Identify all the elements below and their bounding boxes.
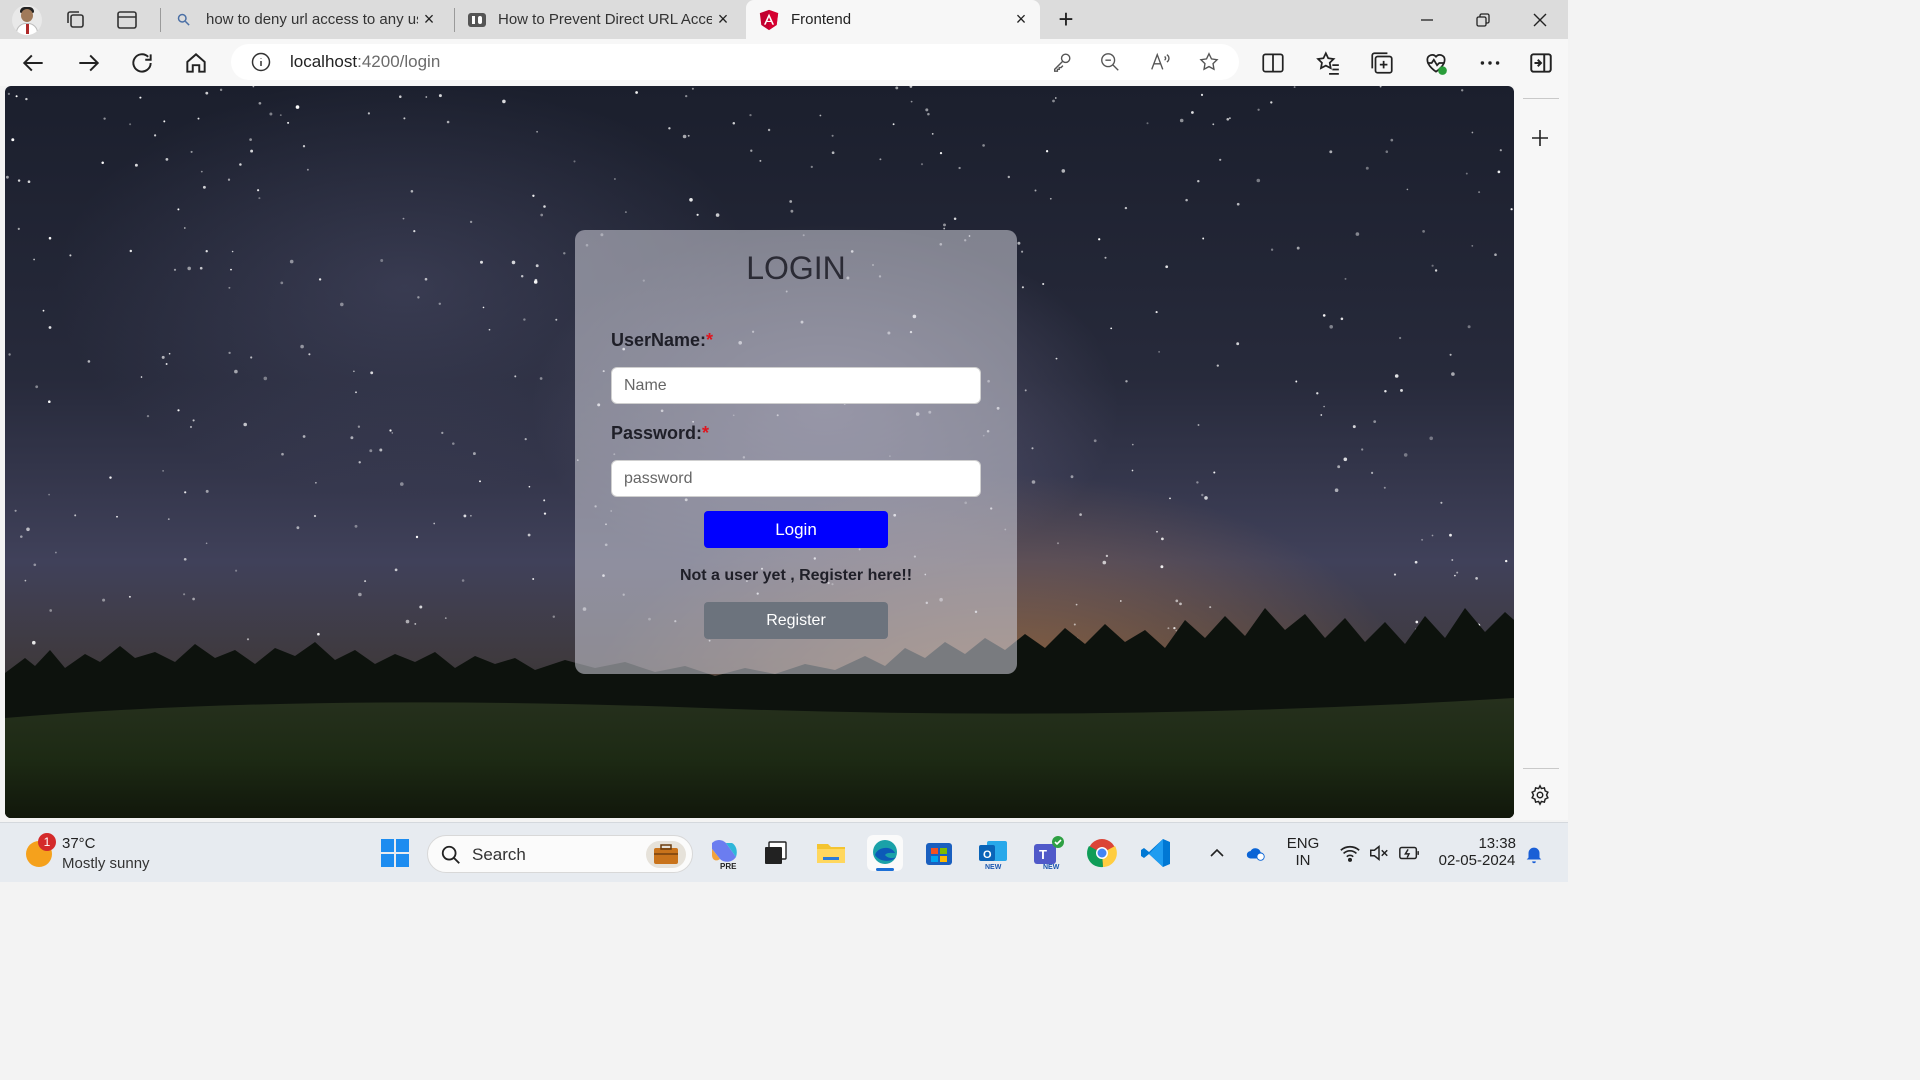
tab-article[interactable]: How to Prevent Direct URL Acces × bbox=[460, 0, 742, 39]
sidebar-settings-gear-icon[interactable] bbox=[1529, 784, 1551, 806]
wifi-icon[interactable] bbox=[1339, 842, 1361, 864]
edge-browser-icon[interactable] bbox=[867, 835, 903, 871]
language-indicator[interactable]: ENG IN bbox=[1283, 835, 1323, 869]
svg-text:T: T bbox=[1039, 847, 1047, 862]
browser-essentials-icon[interactable] bbox=[1423, 50, 1449, 76]
page-viewport: LOGIN UserName:* Password:* Login Not a … bbox=[5, 86, 1514, 818]
login-title: LOGIN bbox=[746, 250, 846, 286]
chrome-icon[interactable] bbox=[1084, 835, 1120, 871]
chevron-up-icon[interactable] bbox=[1206, 842, 1228, 864]
required-asterisk: * bbox=[706, 330, 714, 350]
outlook-new-icon[interactable]: O NEW bbox=[975, 835, 1011, 871]
read-aloud-icon[interactable] bbox=[1149, 51, 1171, 73]
new-badge: NEW bbox=[1043, 864, 1060, 871]
home-icon[interactable] bbox=[183, 50, 209, 76]
tab-search[interactable]: how to deny url access to any us × bbox=[170, 0, 448, 39]
search-favicon-icon bbox=[177, 13, 190, 26]
restore-button[interactable] bbox=[1455, 0, 1511, 39]
weather-notification-badge: 1 bbox=[38, 833, 56, 851]
taskbar-search[interactable]: Search bbox=[427, 835, 693, 873]
taskbar: 1 37°C Mostly sunny Search PRE O NEW T NEW… bbox=[0, 822, 1568, 882]
weather-temperature: 37°C bbox=[62, 835, 96, 852]
navigation-bar: localhost:4200/login bbox=[0, 39, 1568, 86]
notification-bell-icon[interactable] bbox=[1523, 843, 1545, 865]
username-input[interactable] bbox=[611, 367, 981, 404]
weather-condition: Mostly sunny bbox=[62, 855, 150, 872]
tab-actions-icon[interactable] bbox=[115, 8, 139, 32]
edge-sidebar bbox=[1514, 86, 1568, 820]
tab-frontend-active[interactable]: Frontend × bbox=[746, 0, 1040, 39]
register-button[interactable]: Register bbox=[704, 602, 888, 639]
url-text[interactable]: localhost:4200/login bbox=[290, 52, 440, 72]
vscode-icon[interactable] bbox=[1138, 835, 1174, 871]
zoom-out-icon[interactable] bbox=[1099, 51, 1121, 73]
search-highlight-briefcase-icon bbox=[646, 841, 686, 868]
clock-time: 13:38 bbox=[1478, 835, 1516, 852]
favorite-star-icon[interactable] bbox=[1198, 51, 1220, 73]
teams-new-icon[interactable]: T NEW bbox=[1030, 835, 1066, 871]
article-favicon-icon bbox=[468, 13, 486, 27]
onedrive-cloud-icon[interactable] bbox=[1245, 842, 1267, 864]
collections-icon[interactable] bbox=[1369, 50, 1395, 76]
angular-favicon-icon bbox=[759, 9, 779, 31]
tab-title: Frontend bbox=[791, 11, 852, 28]
profile-avatar[interactable] bbox=[12, 5, 42, 35]
clock-date: 02-05-2024 bbox=[1438, 852, 1516, 869]
weather-widget[interactable]: 1 37°C Mostly sunny bbox=[24, 833, 184, 873]
restore-icon bbox=[1476, 12, 1490, 27]
login-button[interactable]: Login bbox=[704, 511, 888, 548]
split-screen-icon[interactable] bbox=[1260, 50, 1286, 76]
workspaces-icon[interactable] bbox=[64, 8, 88, 32]
address-bar[interactable]: localhost:4200/login bbox=[231, 44, 1239, 80]
microsoft-store-icon[interactable] bbox=[921, 835, 957, 871]
password-label: Password:* bbox=[611, 423, 709, 444]
minimize-button[interactable] bbox=[1399, 0, 1455, 39]
forward-arrow-icon[interactable] bbox=[75, 50, 101, 76]
more-options-icon[interactable] bbox=[1477, 50, 1503, 76]
battery-charging-icon[interactable] bbox=[1398, 842, 1420, 864]
region-code: IN bbox=[1295, 852, 1311, 869]
close-tab-icon[interactable]: × bbox=[1012, 10, 1030, 28]
password-label-text: Password: bbox=[611, 423, 703, 443]
close-tab-icon[interactable]: × bbox=[714, 10, 732, 28]
search-label: Search bbox=[472, 845, 526, 864]
tab-strip: how to deny url access to any us × How t… bbox=[0, 0, 1568, 39]
close-icon bbox=[1533, 13, 1547, 26]
copilot-preview-icon[interactable]: PRE bbox=[706, 835, 742, 871]
pre-badge: PRE bbox=[720, 862, 737, 871]
volume-muted-icon[interactable] bbox=[1368, 842, 1390, 864]
refresh-icon[interactable] bbox=[129, 50, 155, 76]
search-icon bbox=[441, 845, 460, 864]
back-arrow-icon[interactable] bbox=[21, 50, 47, 76]
required-asterisk: * bbox=[702, 423, 710, 443]
add-sidebar-app-icon[interactable] bbox=[1530, 128, 1550, 148]
task-view-icon[interactable] bbox=[758, 835, 794, 871]
password-key-icon[interactable] bbox=[1051, 51, 1073, 73]
favorites-icon[interactable] bbox=[1315, 50, 1341, 76]
windows-start-icon[interactable] bbox=[377, 835, 413, 871]
svg-text:O: O bbox=[983, 849, 992, 861]
tab-title: How to Prevent Direct URL Acces bbox=[498, 11, 712, 28]
register-prompt: Not a user yet , Register here!! bbox=[679, 567, 913, 584]
close-window-button[interactable] bbox=[1512, 0, 1568, 39]
sidebar-toggle-icon[interactable] bbox=[1528, 50, 1554, 76]
username-label: UserName:* bbox=[611, 330, 713, 351]
language-code: ENG bbox=[1286, 835, 1320, 852]
file-explorer-icon[interactable] bbox=[813, 835, 849, 871]
new-tab-button[interactable]: + bbox=[1044, 0, 1088, 39]
username-label-text: UserName: bbox=[611, 330, 707, 350]
tab-title: how to deny url access to any us bbox=[206, 11, 418, 28]
login-card: LOGIN UserName:* Password:* Login Not a … bbox=[575, 230, 1017, 674]
url-path: :4200/login bbox=[357, 52, 441, 71]
url-host: localhost bbox=[290, 52, 358, 71]
clock[interactable]: 13:38 02-05-2024 bbox=[1430, 835, 1524, 869]
minimize-icon bbox=[1421, 18, 1433, 21]
new-badge: NEW bbox=[985, 864, 1002, 871]
site-info-icon[interactable] bbox=[251, 52, 271, 72]
password-input[interactable] bbox=[611, 460, 981, 497]
close-tab-icon[interactable]: × bbox=[420, 10, 438, 28]
